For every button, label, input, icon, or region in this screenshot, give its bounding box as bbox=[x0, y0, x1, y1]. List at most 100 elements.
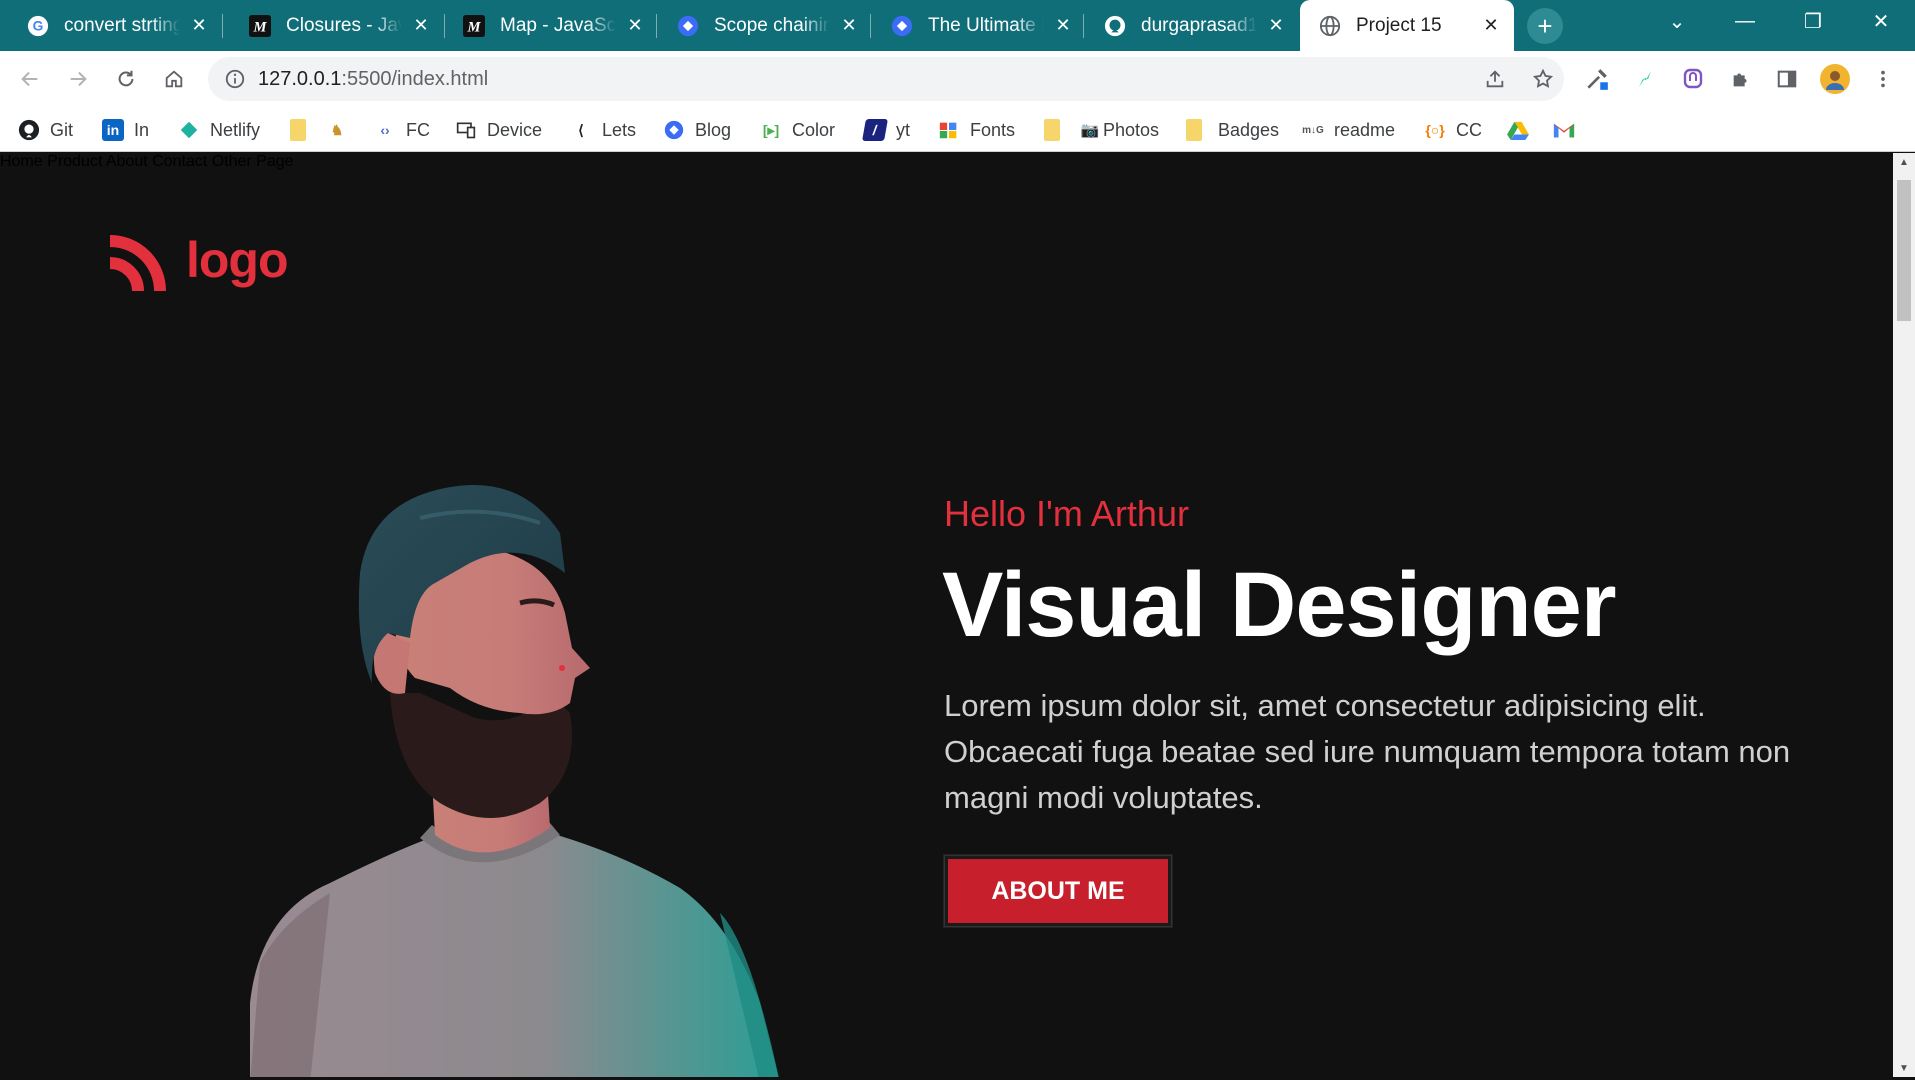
nav-contact[interactable]: Contact bbox=[152, 153, 207, 170]
mastodon-extension-icon[interactable] bbox=[1676, 62, 1710, 96]
logo-text: logo bbox=[186, 232, 289, 288]
tab-scope[interactable]: Scope chaining ✕ bbox=[650, 0, 872, 51]
fonts-icon bbox=[938, 119, 960, 141]
menu-kebab-icon[interactable] bbox=[1866, 62, 1900, 96]
scroll-down-icon[interactable]: ▼ bbox=[1898, 1063, 1910, 1075]
bookmark-label: CC bbox=[1456, 119, 1482, 140]
bookmark-folder[interactable] bbox=[290, 118, 316, 142]
bookmark-device[interactable]: Device bbox=[455, 118, 542, 142]
nav-other-page[interactable]: Other Page bbox=[212, 153, 294, 170]
m-icon: M bbox=[248, 14, 272, 38]
bookmark-label: Color bbox=[792, 119, 836, 140]
new-tab-button[interactable]: + bbox=[1527, 8, 1563, 44]
bookmark-label: Device bbox=[487, 119, 543, 140]
camera-icon: 📷 bbox=[1080, 122, 1100, 139]
bookmark-label: Lets bbox=[602, 119, 637, 140]
tab-search-chevron-icon[interactable]: ⌄ bbox=[1644, 0, 1710, 42]
tab-title: The Ultimate M bbox=[928, 14, 1044, 36]
bookmark-cc[interactable]: {○} CC bbox=[1424, 118, 1482, 142]
bookmark-star-icon[interactable] bbox=[1526, 62, 1560, 96]
tab-google[interactable]: G convert strting ✕ bbox=[0, 0, 222, 51]
bookmark-label: Badges bbox=[1218, 119, 1280, 140]
tab-title: Map - JavaScri bbox=[500, 14, 616, 36]
folder-icon bbox=[1044, 119, 1060, 141]
bookmark-in[interactable]: in In bbox=[102, 118, 149, 142]
bookmark-extension[interactable]: ♞ bbox=[326, 118, 358, 142]
hummingbird-extension-icon[interactable] bbox=[1628, 62, 1662, 96]
tab-ultimate[interactable]: The Ultimate M ✕ bbox=[864, 0, 1086, 51]
bookmark-readme[interactable]: m↓G readme bbox=[1302, 118, 1395, 142]
bookmark-fc[interactable]: ‹› FC bbox=[374, 118, 430, 142]
scrollbar-thumb[interactable] bbox=[1897, 180, 1911, 321]
close-icon[interactable]: ✕ bbox=[1480, 15, 1502, 37]
eyedropper-extension-icon[interactable] bbox=[1580, 62, 1614, 96]
forward-icon[interactable] bbox=[61, 62, 95, 96]
tab-github[interactable]: durgaprasad11 ✕ bbox=[1077, 0, 1299, 51]
back-icon[interactable] bbox=[13, 62, 47, 96]
tab-title: Project 15 bbox=[1356, 14, 1442, 36]
scroll-up-icon[interactable]: ▲ bbox=[1898, 157, 1910, 169]
restore-icon[interactable]: ❐ bbox=[1780, 0, 1846, 42]
extension-icon: ♞ bbox=[330, 121, 344, 138]
url-host: 127.0.0.1 bbox=[258, 68, 342, 90]
close-window-icon[interactable]: ✕ bbox=[1848, 0, 1914, 42]
linkedin-icon: in bbox=[102, 119, 124, 141]
diamond-icon bbox=[676, 14, 700, 38]
bookmark-badges[interactable]: Badges bbox=[1186, 118, 1279, 142]
bookmark-lets[interactable]: ⟨ Lets bbox=[570, 118, 636, 142]
bookmark-photos[interactable]: 📷 Photos bbox=[1079, 118, 1159, 142]
nav-product[interactable]: Product bbox=[47, 153, 102, 170]
close-icon[interactable]: ✕ bbox=[1052, 15, 1074, 37]
bookmark-yt[interactable]: / yt bbox=[862, 118, 910, 142]
tab-project-15[interactable]: Project 15 ✕ bbox=[1300, 0, 1514, 51]
tab-title: convert strting bbox=[64, 14, 180, 36]
bookmark-git[interactable]: Git bbox=[18, 118, 73, 142]
share-icon[interactable] bbox=[1478, 62, 1512, 96]
reload-icon[interactable] bbox=[109, 62, 143, 96]
tab-title: Scope chaining bbox=[714, 14, 830, 36]
bookmark-folder-2[interactable] bbox=[1044, 118, 1070, 142]
bookmark-gmail[interactable] bbox=[1553, 118, 1585, 142]
bookmark-label: Netlify bbox=[210, 119, 261, 140]
home-icon[interactable] bbox=[157, 62, 191, 96]
side-panel-icon[interactable] bbox=[1770, 62, 1804, 96]
url-path: :5500/index.html bbox=[341, 68, 489, 90]
tab-title: durgaprasad11 bbox=[1141, 14, 1257, 36]
svg-text:M: M bbox=[252, 19, 267, 35]
cc-icon: {○} bbox=[1425, 122, 1445, 138]
extensions-puzzle-icon[interactable] bbox=[1724, 62, 1758, 96]
yt-icon: / bbox=[862, 119, 888, 141]
close-icon[interactable]: ✕ bbox=[624, 15, 646, 37]
bookmark-fonts[interactable]: Fonts bbox=[938, 118, 1015, 142]
close-icon[interactable]: ✕ bbox=[188, 15, 210, 37]
bookmark-netlify[interactable]: Netlify bbox=[178, 118, 260, 142]
github-icon bbox=[1103, 14, 1127, 38]
site-info-icon[interactable] bbox=[222, 66, 248, 92]
close-icon[interactable]: ✕ bbox=[838, 15, 860, 37]
nav-about[interactable]: About bbox=[106, 153, 148, 170]
site-logo[interactable]: logo bbox=[108, 229, 289, 291]
bookmark-color[interactable]: [▸] Color bbox=[760, 118, 835, 142]
bookmark-label: Git bbox=[50, 119, 74, 140]
close-icon[interactable]: ✕ bbox=[410, 15, 432, 37]
bookmark-blog[interactable]: Blog bbox=[663, 118, 731, 142]
address-bar[interactable]: 127.0.0.1:5500/index.html bbox=[208, 57, 1564, 101]
rss-logo-icon bbox=[109, 235, 166, 291]
globe-icon bbox=[1318, 14, 1342, 38]
about-me-button[interactable]: ABOUT ME bbox=[944, 855, 1172, 927]
tab-map[interactable]: M Map - JavaScri ✕ bbox=[436, 0, 658, 51]
close-icon[interactable]: ✕ bbox=[1265, 15, 1287, 37]
main-nav: Home Product About Contact Other Page bbox=[0, 153, 1893, 171]
bookmark-label: readme bbox=[1334, 119, 1396, 140]
tab-closures[interactable]: M Closures - Java ✕ bbox=[222, 0, 444, 51]
bookmark-label: Fonts bbox=[970, 119, 1016, 140]
bookmarks-bar: Git in In Netlify ♞ ‹› FC Device ⟨ Lets Blo… bbox=[0, 108, 1915, 152]
browser-toolbar: 127.0.0.1:5500/index.html bbox=[0, 51, 1915, 108]
bookmark-drive[interactable] bbox=[1507, 118, 1539, 142]
profile-avatar[interactable] bbox=[1818, 62, 1852, 96]
m-icon: M bbox=[462, 14, 486, 38]
nav-home[interactable]: Home bbox=[0, 153, 43, 170]
page-scrollbar[interactable]: ▲ ▼ bbox=[1893, 153, 1915, 1077]
minimize-icon[interactable]: — bbox=[1712, 0, 1778, 42]
bookmark-label: In bbox=[134, 119, 150, 140]
